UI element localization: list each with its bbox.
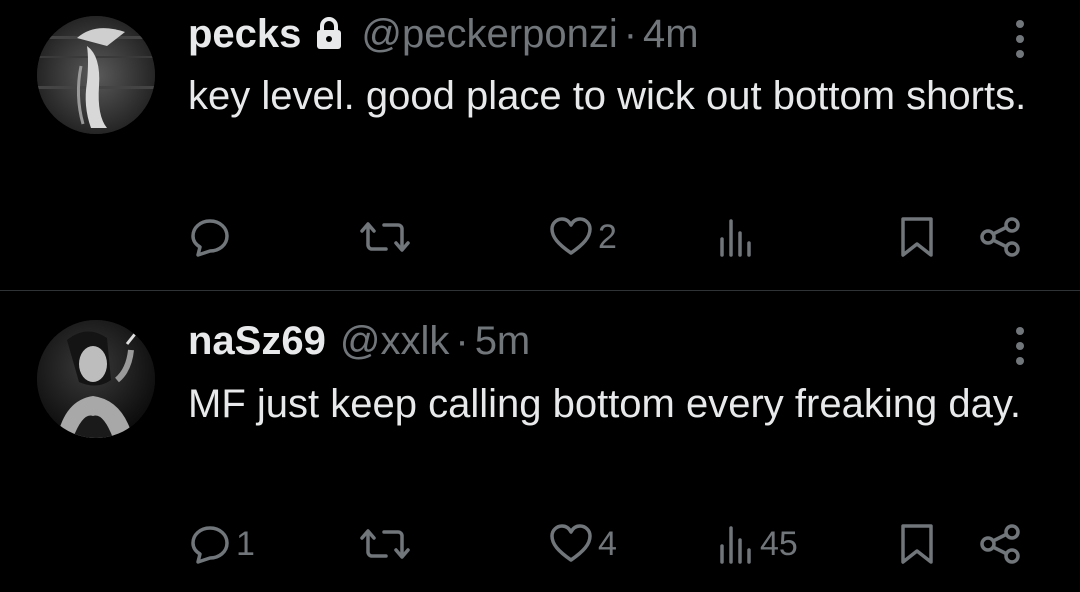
views-button[interactable]: 45 xyxy=(716,519,798,569)
display-name[interactable]: pecks xyxy=(188,10,301,58)
retweet-button[interactable] xyxy=(360,212,414,262)
reply-button[interactable] xyxy=(188,212,236,262)
reply-button[interactable]: 1 xyxy=(188,519,255,569)
bookmark-icon xyxy=(901,524,933,564)
timestamp[interactable]: 4m xyxy=(643,10,699,58)
like-button[interactable]: 4 xyxy=(548,519,617,569)
tweet[interactable]: naSz69 @xxlk · 5m MF just keep calling b… xyxy=(0,291,1080,592)
share-icon xyxy=(980,524,1020,564)
reply-count: 1 xyxy=(236,524,255,563)
views-icon xyxy=(720,526,751,564)
lock-icon xyxy=(317,17,342,49)
avatar[interactable] xyxy=(37,16,155,134)
tweet-text: key level. good place to wick out bottom… xyxy=(188,74,1027,118)
avatar[interactable] xyxy=(37,320,155,438)
tweet-header: pecks @peckerponzi · 4m xyxy=(188,10,699,58)
retweet-icon xyxy=(360,222,410,252)
separator-dot: · xyxy=(623,12,638,56)
more-icon[interactable] xyxy=(1006,16,1034,62)
views-count: 45 xyxy=(760,524,798,563)
share-button[interactable] xyxy=(978,212,1022,262)
tweet[interactable]: pecks @peckerponzi · 4m key level. good … xyxy=(0,0,1080,290)
share-icon xyxy=(980,217,1020,257)
tweet-header: naSz69 @xxlk · 5m xyxy=(188,317,530,365)
tweet-text: MF just keep calling bottom every freaki… xyxy=(188,382,1021,426)
reply-icon xyxy=(191,219,229,257)
timestamp[interactable]: 5m xyxy=(475,317,531,365)
handle[interactable]: @xxlk xyxy=(340,317,450,365)
share-button[interactable] xyxy=(978,519,1022,569)
like-icon xyxy=(550,217,592,255)
like-button[interactable]: 2 xyxy=(548,212,617,262)
avatar-image xyxy=(37,16,155,134)
like-count: 2 xyxy=(598,217,617,256)
avatar-image xyxy=(37,320,155,438)
reply-icon xyxy=(191,526,229,564)
handle[interactable]: @peckerponzi xyxy=(361,10,617,58)
bookmark-icon xyxy=(901,217,933,257)
views-icon xyxy=(720,219,751,257)
like-icon xyxy=(550,524,592,562)
views-button[interactable] xyxy=(716,212,760,262)
action-bar: 1 4 45 xyxy=(0,519,1080,569)
bookmark-button[interactable] xyxy=(898,519,936,569)
retweet-icon xyxy=(360,529,410,559)
like-count: 4 xyxy=(598,524,617,563)
separator-dot: · xyxy=(455,319,469,363)
more-icon[interactable] xyxy=(1006,323,1034,369)
bookmark-button[interactable] xyxy=(898,212,936,262)
action-bar: 2 xyxy=(0,212,1080,262)
retweet-button[interactable] xyxy=(360,519,414,569)
display-name[interactable]: naSz69 xyxy=(188,317,326,365)
